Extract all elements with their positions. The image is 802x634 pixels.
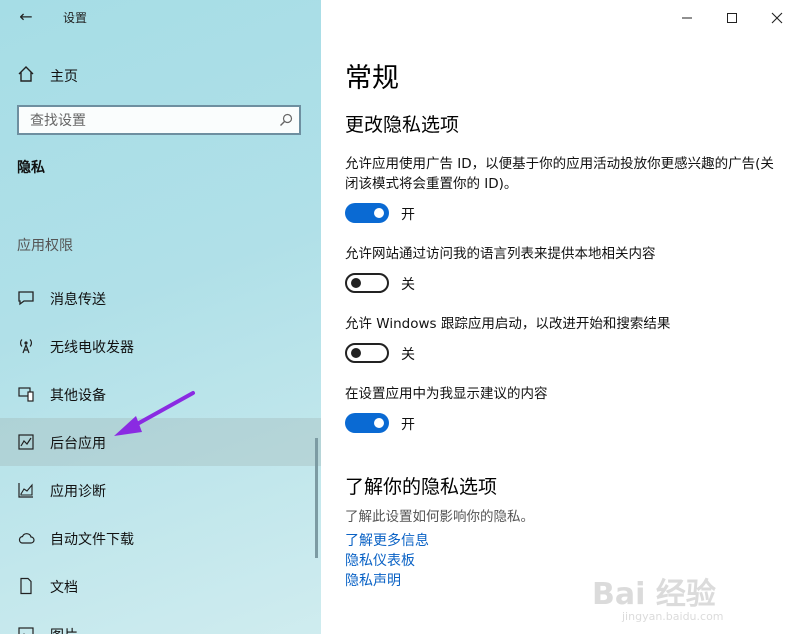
app-launch-tracking-toggle[interactable] <box>345 343 389 363</box>
toggle-state-label: 开 <box>401 417 415 433</box>
option-description: 允许 Windows 跟踪应用启动，以改进开始和搜索结果 <box>345 316 671 332</box>
antenna-icon <box>20 339 32 354</box>
minimize-icon[interactable] <box>677 8 697 28</box>
search-box[interactable] <box>17 105 301 135</box>
watermark-text: Bai 经验 <box>592 577 716 612</box>
privacy-statement-link[interactable]: 隐私声明 <box>345 570 401 590</box>
section-title: 了解你的隐私选项 <box>345 476 498 498</box>
sidebar-item-documents[interactable]: 文档 <box>0 562 321 610</box>
option-description: 允许应用使用广告 ID，以便基于你的应用活动投放你更感兴趣的广告(关闭该模式将会… <box>345 156 774 192</box>
watermark-url: jingyan.baidu.com <box>621 610 724 623</box>
section-title: 更改隐私选项 <box>345 114 460 136</box>
main-panel: 常规 更改隐私选项 允许应用使用广告 ID，以便基于你的应用活动投放你更感兴趣的… <box>321 0 802 634</box>
maximize-icon[interactable] <box>722 8 742 28</box>
option-description: 允许网站通过访问我的语言列表来提供本地相关内容 <box>345 246 656 262</box>
toggle-state-label: 开 <box>401 207 415 223</box>
privacy-dashboard-link[interactable]: 隐私仪表板 <box>345 550 415 570</box>
cloud-icon <box>18 533 35 544</box>
page-title: 常规 <box>345 63 399 94</box>
sidebar-item-label: 主页 <box>50 69 78 85</box>
advertising-id-toggle[interactable] <box>345 203 389 223</box>
annotation-arrow <box>114 391 195 436</box>
sidebar-item-label: 其他设备 <box>50 388 106 404</box>
sidebar-item-pictures[interactable]: 图片 <box>0 610 321 634</box>
sidebar-item-label: 自动文件下载 <box>50 532 134 548</box>
section-title: 隐私 <box>17 160 45 176</box>
search-icon[interactable] <box>279 113 293 127</box>
home-icon <box>18 66 34 82</box>
suggested-content-toggle[interactable] <box>345 413 389 433</box>
sidebar-scrollbar[interactable] <box>315 438 318 558</box>
sidebar-item-label: 图片 <box>50 625 78 634</box>
chat-icon <box>18 291 34 306</box>
back-arrow-icon[interactable]: ← <box>16 7 36 27</box>
toggle-state-label: 关 <box>401 347 415 363</box>
sidebar-item-label: 后台应用 <box>50 436 106 452</box>
sidebar-item-label: 消息传送 <box>50 292 106 308</box>
toggle-state-label: 关 <box>401 277 415 293</box>
sidebar-item-home[interactable]: 主页 <box>0 60 321 88</box>
option-description: 在设置应用中为我显示建议的内容 <box>345 386 548 402</box>
language-list-toggle[interactable] <box>345 273 389 293</box>
sidebar-item-radios[interactable]: 无线电收发器 <box>0 322 321 370</box>
sidebar: ← 设置 主页 隐私 应用权限 消息传送 无线电收发器 <box>0 0 321 634</box>
document-icon <box>20 577 32 595</box>
background-apps-icon <box>18 434 34 450</box>
sidebar-item-messaging[interactable]: 消息传送 <box>0 274 321 322</box>
app-title: 设置 <box>63 11 88 25</box>
sidebar-item-label: 无线电收发器 <box>50 340 134 356</box>
sidebar-item-app-diagnostics[interactable]: 应用诊断 <box>0 466 321 514</box>
learn-more-link[interactable]: 了解更多信息 <box>345 530 429 550</box>
group-label: 应用权限 <box>17 238 73 254</box>
section-description: 了解此设置如何影响你的隐私。 <box>345 509 534 525</box>
sidebar-item-auto-file-download[interactable]: 自动文件下载 <box>0 514 321 562</box>
baidu-watermark: Bai 经验 jingyan.baidu.com <box>592 577 724 623</box>
picture-icon <box>18 627 34 634</box>
sidebar-item-label: 应用诊断 <box>50 484 106 500</box>
search-input[interactable] <box>28 110 272 132</box>
close-icon[interactable] <box>767 8 787 28</box>
sidebar-item-label: 文档 <box>50 580 78 596</box>
devices-icon <box>18 387 34 402</box>
diagnostics-icon <box>18 483 33 498</box>
